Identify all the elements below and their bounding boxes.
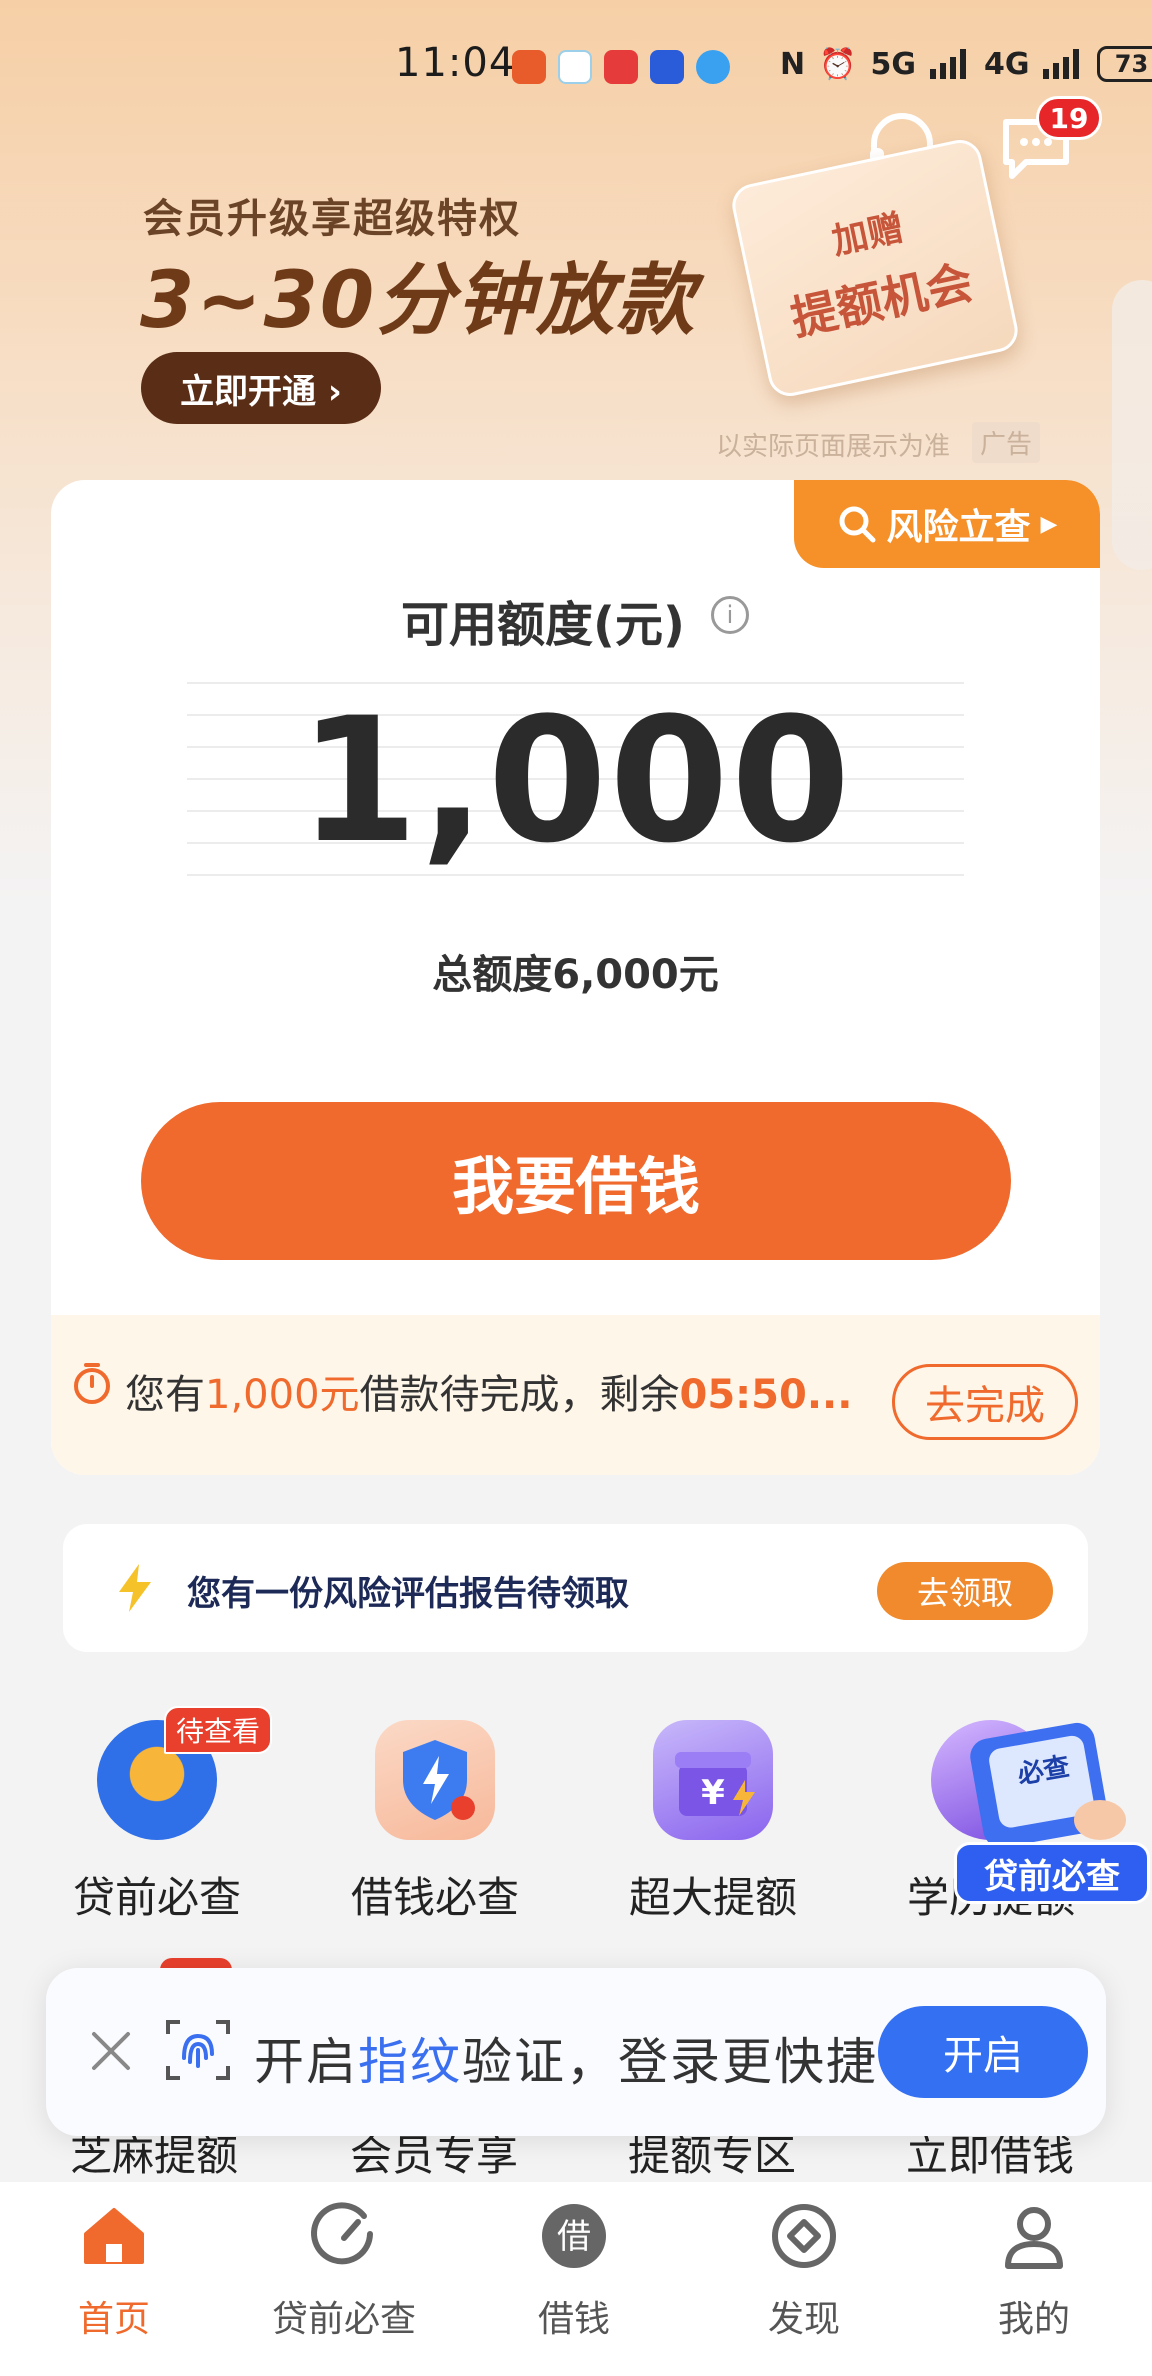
app-notification-icon — [558, 50, 592, 84]
signal-icon — [929, 49, 966, 79]
risk-check-button[interactable]: 风险立查 ▶ — [794, 480, 1100, 568]
network-4g-label: 4G — [983, 46, 1030, 82]
info-icon[interactable]: i — [711, 596, 749, 634]
complete-loan-button[interactable]: 去完成 — [892, 1364, 1078, 1440]
ad-tag: 广告 — [972, 422, 1041, 463]
borrow-icon-text: 借 — [557, 2217, 591, 2257]
signal-icon — [1043, 49, 1080, 79]
feature-big-quota-boost[interactable]: ¥ 超大提额 — [598, 1720, 828, 1925]
app-notification-icon — [604, 50, 638, 84]
promo-small-text: 加赠 — [828, 207, 908, 263]
banner-disclaimer: 以实际页面展示为准 — [716, 432, 951, 462]
available-amount: 1,000 — [298, 680, 853, 881]
claim-report-button[interactable]: 去领取 — [877, 1562, 1053, 1620]
total-quota: 总额度6,000元 — [432, 952, 719, 998]
nav-label: 借钱 — [537, 2299, 610, 2340]
feature-label: 借钱必查 — [350, 1873, 519, 1922]
system-status: N ⏰ 5G 4G 73 — [780, 46, 1152, 82]
quota-card: 风险立查 ▶ 可用额度(元) i 1,000 总额度6,000元 我要借钱 您有… — [51, 480, 1100, 1475]
status-bar: 11:04 N ⏰ 5G 4G 73 — [0, 0, 1152, 130]
svg-text:¥: ¥ — [701, 1773, 725, 1813]
nav-discover[interactable]: 发现 — [724, 2200, 884, 2342]
discover-icon — [772, 2204, 836, 2268]
nav-home[interactable]: 首页 — [34, 2200, 194, 2342]
gift-box-icon: ¥ — [653, 1720, 773, 1840]
lightning-icon — [119, 1564, 151, 1612]
feature-label: 超大提额 — [628, 1873, 797, 1922]
feature-label: 贷前必查 — [72, 1873, 241, 1922]
fingerprint-icon — [166, 2020, 230, 2080]
app-notification-icon — [512, 50, 546, 84]
search-icon — [839, 506, 876, 543]
nav-label: 我的 — [997, 2299, 1070, 2340]
notification-icons — [512, 50, 730, 84]
battery-indicator: 73 — [1097, 46, 1152, 82]
pending-loan-text: 您有1,000元借款待完成，剩余05:50... — [125, 1362, 852, 1420]
promo-big-text: 提额机会 — [786, 254, 978, 346]
pending-view-badge: 待查看 — [164, 1706, 273, 1754]
status-time: 11:04 — [395, 40, 516, 86]
toast-suffix: 验证，登录更快捷 — [462, 2033, 878, 2091]
toast-highlight: 指纹 — [358, 2033, 462, 2091]
nav-label: 首页 — [77, 2299, 150, 2340]
gauge-icon — [311, 2202, 373, 2265]
network-5g-label: 5G — [870, 46, 916, 82]
available-quota-label: 可用额度(元) — [401, 597, 685, 653]
banner-title: 3~30分钟放款 — [140, 256, 697, 346]
timer-icon — [74, 1363, 110, 1404]
message-count-badge: 19 — [1036, 96, 1102, 140]
shield-icon — [403, 1740, 475, 1820]
nav-label: 发现 — [767, 2299, 840, 2340]
nav-borrow[interactable]: 借 借钱 — [494, 2200, 654, 2342]
activate-now-button[interactable]: 立即开通 › — [141, 352, 381, 424]
close-icon[interactable] — [82, 2022, 140, 2080]
nfc-icon: N — [780, 46, 806, 82]
borrow-icon: 借 — [542, 2204, 606, 2268]
fingerprint-toast: 开启指纹验证，登录更快捷 开启 — [46, 1968, 1106, 2136]
pending-countdown: 05:50... — [679, 1372, 853, 1418]
nav-pre-loan-check[interactable]: 贷前必查 — [264, 2200, 424, 2342]
floating-pre-loan-check-label[interactable]: 贷前必查 — [954, 1842, 1150, 1904]
pending-middle: 借款待完成，剩余 — [359, 1372, 680, 1418]
fingerprint-prompt: 开启指纹验证，登录更快捷 — [254, 2022, 878, 2094]
toast-prefix: 开启 — [254, 2033, 358, 2091]
side-drawer-handle[interactable] — [1112, 280, 1152, 570]
shield-alert-icon — [375, 1720, 495, 1840]
banner-subtitle: 会员升级享超级特权 — [143, 196, 521, 242]
borrow-button[interactable]: 我要借钱 — [141, 1102, 1011, 1260]
arrow-right-icon: ▶ — [1040, 511, 1058, 537]
app-notification-icon — [650, 50, 684, 84]
enable-fingerprint-button[interactable]: 开启 — [878, 2006, 1088, 2098]
risk-report-bar[interactable]: 您有一份风险评估报告待领取 去领取 — [63, 1524, 1088, 1652]
pending-amount: 1,000元 — [205, 1372, 360, 1418]
yuan-gift-icon: ¥ — [675, 1752, 755, 1816]
pending-prefix: 您有 — [125, 1372, 205, 1418]
home-icon — [84, 2208, 144, 2264]
app-notification-icon — [696, 50, 730, 84]
nav-profile[interactable]: 我的 — [954, 2200, 1114, 2342]
bottom-nav: 首页 贷前必查 借 借钱 发现 我的 — [0, 2182, 1152, 2376]
nav-label: 贷前必查 — [271, 2299, 416, 2340]
profile-icon — [1005, 2207, 1063, 2269]
risk-report-text: 您有一份风险评估报告待领取 — [187, 1574, 629, 1614]
risk-check-label: 风险立查 — [886, 507, 1031, 548]
alarm-icon: ⏰ — [819, 46, 857, 82]
feature-borrow-check[interactable]: 借钱必查 — [320, 1720, 550, 1925]
